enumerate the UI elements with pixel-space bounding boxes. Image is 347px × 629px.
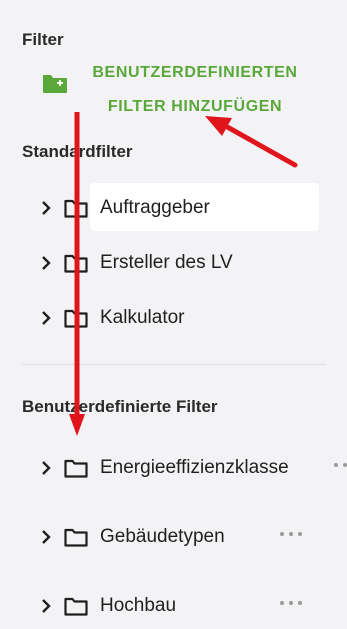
chevron-right-icon[interactable] — [36, 527, 56, 547]
more-options-icon[interactable] — [280, 597, 302, 609]
tree-item-energieeffizienzklasse[interactable]: Energieeffizienzklasse — [36, 445, 347, 491]
folder-icon — [64, 458, 90, 478]
tree-item-label: Ersteller des LV — [100, 252, 233, 273]
section-divider — [22, 364, 326, 365]
add-custom-filter-label: BENUTZERDEFINIERTEN FILTER HINZUFÜGEN — [80, 56, 310, 124]
folder-icon — [64, 596, 90, 616]
more-options-icon[interactable] — [280, 528, 302, 540]
tree-item-label: Auftraggeber — [100, 197, 210, 218]
chevron-right-icon[interactable] — [36, 458, 56, 478]
filter-heading: Filter — [22, 30, 64, 49]
dot — [289, 601, 293, 605]
dot — [334, 463, 338, 467]
folder-plus-icon — [42, 72, 68, 94]
tree-item-ersteller-des-lv[interactable]: Ersteller des LV — [36, 240, 336, 286]
chevron-right-icon[interactable] — [36, 308, 56, 328]
dot — [298, 532, 302, 536]
folder-icon — [64, 527, 90, 547]
tree-item-label: Energieeffizienzklasse — [100, 457, 289, 478]
tree-item-kalkulator[interactable]: Kalkulator — [36, 295, 336, 341]
chevron-right-icon[interactable] — [36, 596, 56, 616]
folder-icon — [64, 308, 90, 328]
folder-icon — [64, 253, 90, 273]
folder-icon — [64, 198, 90, 218]
tree-item-label: Gebäudetypen — [100, 526, 225, 547]
chevron-right-icon[interactable] — [36, 253, 56, 273]
custom-filter-heading: Benutzerdefinierte Filter — [22, 397, 218, 416]
tree-item-auftraggeber[interactable]: Auftraggeber — [36, 185, 336, 231]
tree-item-hochbau[interactable]: Hochbau — [36, 583, 302, 629]
add-custom-filter-line1: BENUTZERDEFINIERTEN — [92, 64, 298, 81]
add-custom-filter-line2: FILTER HINZUFÜGEN — [107, 98, 283, 115]
dot — [298, 601, 302, 605]
chevron-right-icon[interactable] — [36, 198, 56, 218]
tree-item-label: Kalkulator — [100, 307, 185, 328]
tree-item-gebaeudetypen[interactable]: Gebäudetypen — [36, 514, 302, 560]
dot — [280, 601, 284, 605]
standard-filter-heading: Standardfilter — [22, 142, 133, 161]
more-options-icon[interactable] — [334, 459, 347, 471]
tree-item-label: Hochbau — [100, 595, 177, 616]
dot — [289, 532, 293, 536]
dot — [343, 463, 347, 467]
add-custom-filter-button[interactable]: BENUTZERDEFINIERTEN FILTER HINZUFÜGEN — [40, 52, 330, 122]
dot — [280, 532, 284, 536]
